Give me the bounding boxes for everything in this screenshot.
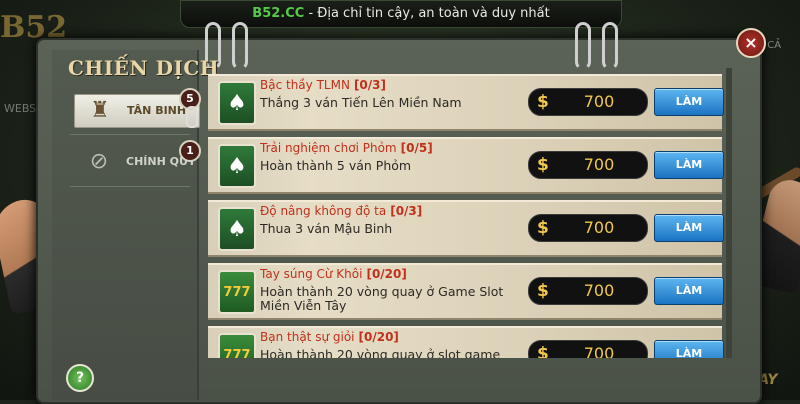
task-description: Thua 3 ván Mậu Binh: [260, 221, 393, 236]
task-list[interactable]: ♠ Bậc thầy TLMN [0/3] Thắng 3 ván Tiến Lê…: [198, 68, 738, 358]
banner-tagline: - Địa chỉ tin cậy, an toàn và duy nhất: [304, 6, 550, 21]
binder-ring: [575, 22, 591, 70]
help-button[interactable]: ?: [66, 364, 94, 392]
do-task-button[interactable]: LÀM: [654, 277, 724, 305]
task-title-text: Bạn thật sự giỏi: [260, 330, 355, 344]
do-task-button[interactable]: LÀM: [654, 88, 724, 116]
dollar-icon: $: [537, 281, 549, 301]
task-description: Hoàn thành 20 vòng quay ở slot game: [260, 347, 501, 359]
do-task-button[interactable]: LÀM: [654, 340, 724, 358]
do-task-button[interactable]: LÀM: [654, 151, 724, 179]
task-progress: [0/3]: [353, 78, 386, 92]
dollar-icon: $: [537, 92, 549, 112]
crosshair-icon: ⊘: [89, 149, 109, 174]
divider: [70, 186, 190, 187]
cards-icon: ♠: [218, 207, 256, 251]
scrollbar[interactable]: [726, 68, 732, 358]
reward-pill: $700: [528, 277, 648, 305]
reward-pill: $700: [528, 88, 648, 116]
dollar-icon: $: [537, 155, 549, 175]
reward-pill: $700: [528, 340, 648, 358]
soldier-icon: ♜: [90, 98, 110, 123]
reward-pill: $700: [528, 214, 648, 242]
task-row: 777 Tay súng Cừ Khôi [0/20] Hoàn thành 20…: [208, 263, 724, 320]
cards-icon: ♠: [218, 144, 256, 188]
task-title-text: Bậc thầy TLMN: [260, 78, 350, 92]
reward-amount: 700: [583, 155, 615, 174]
reward-pill: $700: [528, 151, 648, 179]
binder-ring: [232, 22, 248, 70]
dollar-icon: $: [537, 344, 549, 358]
dialog-title: CHIẾN DỊCH: [68, 56, 220, 80]
slot-777-icon: 777: [218, 270, 256, 314]
binder-ring: [602, 22, 618, 70]
reward-amount: 700: [583, 344, 615, 358]
task-description: Hoàn thành 20 vòng quay ở Game Slot Miền…: [260, 284, 504, 313]
bg-left-label: WEBS: [4, 102, 37, 115]
close-button[interactable]: ×: [736, 28, 766, 58]
divider: [70, 134, 190, 135]
task-row: ♠ Trải nghiệm chơi Phỏm [0/5] Hoàn thành …: [208, 137, 724, 194]
task-title: Trải nghiệm chơi Phỏm [0/5]: [260, 141, 433, 155]
task-progress: [0/5]: [400, 141, 433, 155]
task-progress: [0/3]: [390, 204, 423, 218]
task-title: Bậc thầy TLMN [0/3]: [260, 78, 386, 92]
task-progress: [0/20]: [366, 267, 407, 281]
task-progress: [0/20]: [358, 330, 399, 344]
do-task-button[interactable]: LÀM: [654, 214, 724, 242]
dollar-icon: $: [537, 218, 549, 238]
banner-brand: B52.CC: [252, 6, 305, 21]
task-title: Tay súng Cừ Khôi [0/20]: [260, 267, 407, 281]
tab-hook: [186, 106, 198, 128]
top-banner: B52.CC - Địa chỉ tin cậy, an toàn và duy…: [180, 0, 622, 28]
slot-777-icon: 777: [218, 333, 256, 358]
task-title-text: Tay súng Cừ Khôi: [260, 267, 363, 281]
task-title-text: Độ nâng không độ ta: [260, 204, 387, 218]
task-row: ♠ Độ nâng không độ ta [0/3] Thua 3 ván Mậ…: [208, 200, 724, 257]
task-title: Bạn thật sự giỏi [0/20]: [260, 330, 399, 344]
reward-amount: 700: [583, 92, 615, 111]
tab-label: TÂN BINH: [127, 104, 187, 117]
cards-icon: ♠: [218, 81, 256, 125]
task-description: Thắng 3 ván Tiến Lên Miền Nam: [260, 95, 462, 110]
reward-amount: 700: [583, 218, 615, 237]
task-title: Độ nâng không độ ta [0/3]: [260, 204, 422, 218]
task-description: Hoàn thành 5 ván Phỏm: [260, 158, 412, 173]
task-title-text: Trải nghiệm chơi Phỏm: [260, 141, 397, 155]
task-row: ♠ Bậc thầy TLMN [0/3] Thắng 3 ván Tiến Lê…: [208, 74, 724, 131]
task-row: 777 Bạn thật sự giỏi [0/20] Hoàn thành 20…: [208, 326, 724, 359]
reward-amount: 700: [583, 281, 615, 300]
